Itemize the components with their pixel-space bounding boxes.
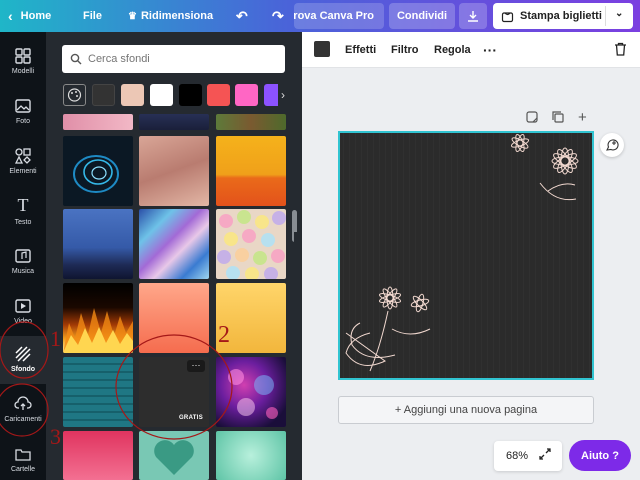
annotation-circle (115, 334, 233, 440)
annotation-number: 2 (218, 322, 230, 348)
annotation-number: 3 (50, 424, 61, 449)
annotation-number: 1 (50, 326, 61, 351)
annotation-circle (0, 321, 49, 379)
annotation-circle (0, 383, 49, 437)
annotation-overlay (0, 321, 233, 440)
